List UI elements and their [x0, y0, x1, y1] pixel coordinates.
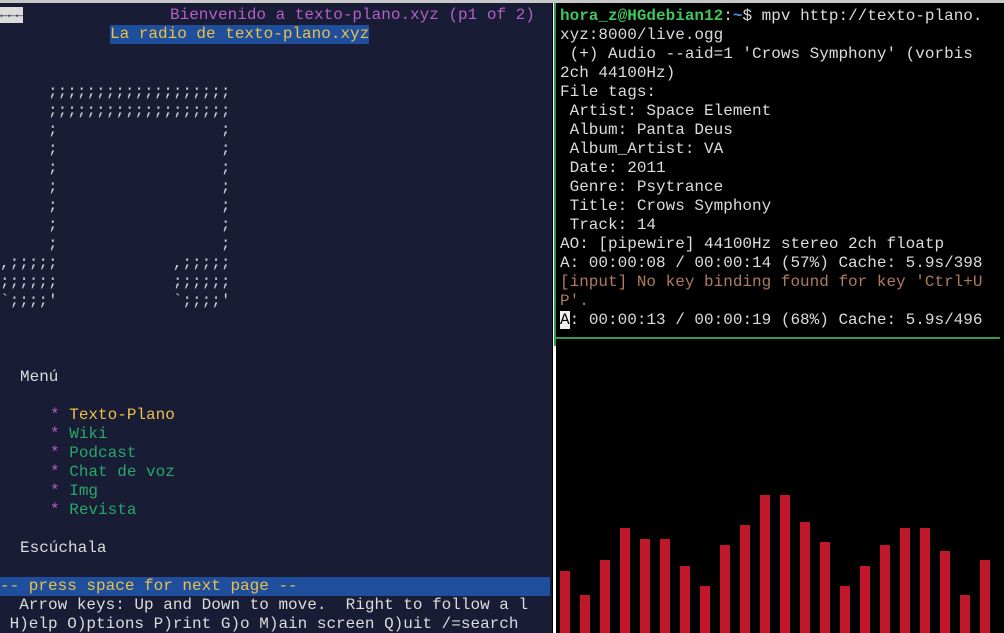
- playback-progress-old: A: 00:00:08 / 00:00:14 (57%) Cache: 5.9s…: [560, 254, 983, 272]
- audio-output-line: AO: [pipewire] 44100Hz stereo 2ch floatp: [560, 235, 945, 253]
- music-note-ascii-art: ;;;;;;;;;;;;;;;;;;; ;;;;;;;;;;;;;;;;;;; …: [0, 83, 231, 310]
- spectrum-bar: [920, 528, 930, 633]
- spectrum-bar: [800, 522, 810, 633]
- menu-item-chat-de-voz[interactable]: * Chat de voz: [50, 463, 175, 482]
- spectrum-bar: [580, 595, 590, 633]
- audio-track-line-cont: 2ch 44100Hz): [560, 64, 676, 82]
- spectrum-bar: [760, 495, 770, 633]
- terminal-pane[interactable]: hora_z@HGdebian12:~$ mpv http://texto-pl…: [556, 3, 1004, 338]
- spectrum-bars: [560, 495, 990, 633]
- spectrum-bar: [820, 542, 830, 633]
- menu-link-label[interactable]: Img: [69, 482, 98, 500]
- tag-genre: Genre: Psytrance: [560, 178, 724, 196]
- tag-track: Track: 14: [560, 216, 657, 234]
- command-continuation: xyz:8000/live.ogg: [560, 26, 724, 44]
- pane-divider-horizontal[interactable]: [556, 337, 1000, 339]
- menu-bullet: *: [50, 444, 60, 462]
- lynx-browser-pane[interactable]: ←←← Bienvenido a texto-plano.xyz (p1 of …: [0, 3, 552, 633]
- prompt-user-host: hora_z@HGdebian12: [560, 7, 724, 25]
- menu-item-texto-plano[interactable]: * Texto-Plano: [50, 406, 175, 425]
- spectrum-bar: [600, 560, 610, 633]
- tag-date: Date: 2011: [560, 159, 666, 177]
- radio-title-link[interactable]: La radio de texto-plano.xyz: [110, 25, 370, 44]
- spectrum-bar: [640, 539, 650, 633]
- audio-track-line: (+) Audio --aid=1 'Crows Symphony' (vorb…: [560, 45, 973, 63]
- menu-item-img[interactable]: * Img: [50, 482, 98, 501]
- menu-heading: Menú: [20, 368, 59, 386]
- playback-progress: A: 00:00:13 / 00:00:19 (68%) Cache: 5.9s…: [560, 311, 982, 330]
- spectrum-bar: [620, 528, 630, 633]
- spectrum-bar: [560, 571, 570, 633]
- page-header: Bienvenido a texto-plano.xyz (p1 of 2): [170, 6, 535, 24]
- spectrum-bar: [840, 586, 850, 633]
- menu-link-label[interactable]: Revista: [69, 501, 136, 519]
- spectrum-bar: [960, 595, 970, 633]
- playback-progress-text: : 00:00:13 / 00:00:19 (68%) Cache: 5.9s/…: [569, 311, 983, 329]
- spectrum-bar: [860, 566, 870, 633]
- file-tags-label: File tags:: [560, 83, 657, 101]
- back-arrow-icon[interactable]: ←←←: [0, 7, 24, 23]
- spectrum-bar: [700, 586, 710, 633]
- spectrum-bar: [720, 545, 730, 633]
- tag-album: Album: Panta Deus: [560, 121, 733, 139]
- spectrum-bar: [900, 528, 910, 633]
- status-bar: -- press space for next page --: [0, 577, 550, 596]
- menu-link-label[interactable]: Wiki: [69, 425, 107, 443]
- listen-heading: Escúchala: [20, 539, 107, 557]
- terminal-cursor: A: [560, 311, 570, 329]
- prompt-symbol: $: [742, 7, 753, 25]
- prompt-separator: :: [723, 7, 733, 25]
- spectrum-bar: [780, 495, 790, 633]
- audio-visualizer-pane: [556, 340, 1004, 633]
- spectrum-bar: [660, 539, 670, 633]
- tag-album-artist: Album_Artist: VA: [560, 140, 724, 158]
- help-line-navigation: Arrow keys: Up and Down to move. Right t…: [0, 596, 529, 614]
- menu-bullet: *: [50, 425, 60, 443]
- menu-item-podcast[interactable]: * Podcast: [50, 444, 136, 463]
- menu-link-label[interactable]: Texto-Plano: [69, 406, 175, 424]
- tag-title: Title: Crows Symphony: [560, 197, 772, 215]
- menu-bullet: *: [50, 463, 60, 481]
- input-warning-cont: P'.: [560, 292, 589, 310]
- shell-command-line[interactable]: hora_z@HGdebian12:~$ mpv http://texto-pl…: [560, 7, 983, 26]
- tag-artist: Artist: Space Element: [560, 102, 772, 120]
- spectrum-bar: [940, 551, 950, 633]
- help-line-commands: H)elp O)ptions P)rint G)o M)ain screen Q…: [0, 615, 519, 633]
- spectrum-bar: [740, 525, 750, 633]
- spectrum-bar: [980, 560, 990, 633]
- spectrum-bar: [680, 566, 690, 633]
- menu-item-revista[interactable]: * Revista: [50, 501, 136, 520]
- spectrum-bar: [880, 545, 890, 633]
- command-text: mpv http://texto-plano.: [752, 7, 983, 25]
- menu-bullet: *: [50, 482, 60, 500]
- menu-bullet: *: [50, 501, 60, 519]
- menu-bullet: *: [50, 406, 60, 424]
- input-warning: [input] No key binding found for key 'Ct…: [560, 273, 983, 291]
- menu-item-wiki[interactable]: * Wiki: [50, 425, 108, 444]
- menu-link-label[interactable]: Podcast: [69, 444, 136, 462]
- menu-link-label[interactable]: Chat de voz: [69, 463, 175, 481]
- prompt-path: ~: [732, 7, 743, 25]
